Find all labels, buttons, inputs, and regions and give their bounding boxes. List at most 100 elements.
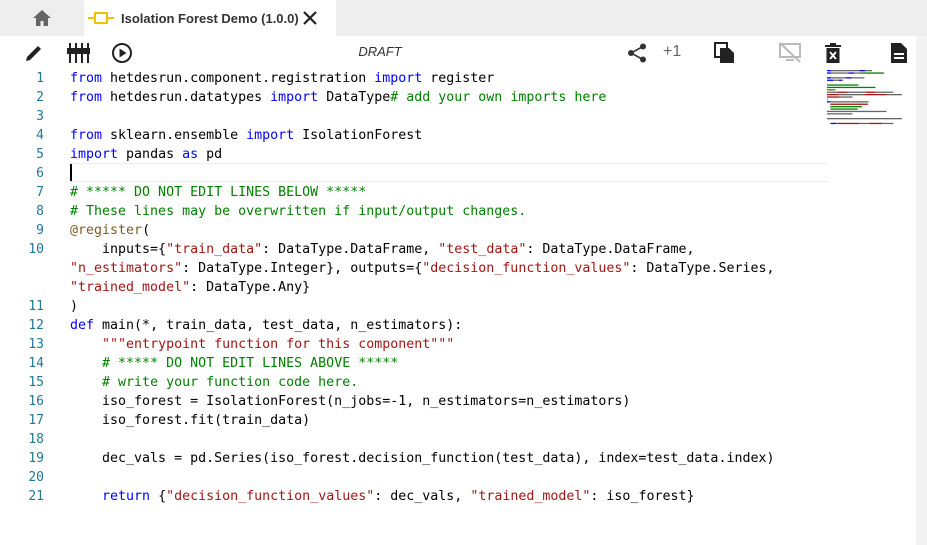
line-number: 16 bbox=[28, 394, 44, 409]
minimap-stroke bbox=[830, 122, 837, 125]
code-token: iso_forest = IsolationForest(n_jobs=-1, … bbox=[70, 394, 631, 409]
code-token: import bbox=[70, 147, 127, 162]
io-config-button[interactable] bbox=[65, 40, 91, 66]
code-token: # These lines may be overwritten if inpu… bbox=[70, 204, 527, 219]
minimap-stroke bbox=[827, 77, 832, 79]
line-number: 6 bbox=[36, 166, 44, 181]
code-token: # ***** DO NOT EDIT LINES BELOW ***** bbox=[70, 185, 367, 200]
code-line: # write your function code here. bbox=[70, 373, 358, 392]
vertical-scrollbar[interactable] bbox=[916, 36, 927, 545]
code-line: return {"decision_function_values": dec_… bbox=[70, 487, 694, 506]
minimap-stroke bbox=[875, 91, 894, 93]
minimap[interactable] bbox=[826, 68, 908, 128]
close-icon[interactable] bbox=[300, 8, 320, 28]
minimap-stroke bbox=[827, 113, 853, 115]
line-number: 17 bbox=[28, 413, 44, 428]
minimap-stroke bbox=[841, 79, 844, 81]
code-line: from hetdesrun.component.registration im… bbox=[70, 69, 494, 88]
run-button[interactable] bbox=[109, 40, 135, 66]
line-number: 11 bbox=[28, 299, 44, 314]
code-token: sklearn.ensemble bbox=[110, 128, 247, 143]
copy-button[interactable] bbox=[712, 40, 738, 66]
minimap-stroke bbox=[836, 122, 838, 125]
minimap-stroke bbox=[831, 70, 860, 72]
minimap-stroke bbox=[827, 89, 835, 91]
line-number: 10 bbox=[28, 242, 44, 257]
code-token: from bbox=[70, 128, 111, 143]
code-line: # ***** DO NOT EDIT LINES ABOVE ***** bbox=[70, 354, 398, 373]
code-line: def main(*, train_data, test_data, n_est… bbox=[70, 316, 462, 335]
line-number: 14 bbox=[28, 356, 44, 371]
minimap-stroke bbox=[848, 72, 855, 74]
code-line: from sklearn.ensemble import IsolationFo… bbox=[70, 126, 422, 145]
code-token: "trained_model" bbox=[470, 489, 591, 504]
tab-component[interactable]: Isolation Forest Demo (1.0.0) bbox=[84, 0, 336, 36]
code-token: # write your function code here. bbox=[102, 375, 359, 390]
code-token: register bbox=[430, 71, 495, 86]
code-token: import bbox=[270, 90, 327, 105]
code-token: DataType bbox=[326, 90, 391, 105]
code-token: ( bbox=[142, 223, 151, 238]
code-token: main(*, train_data, test_data, n_estimat… bbox=[102, 318, 463, 333]
minimap-stroke bbox=[831, 77, 846, 79]
line-number: 19 bbox=[28, 451, 44, 466]
line-number: 4 bbox=[36, 128, 44, 143]
line-number: 2 bbox=[36, 90, 44, 105]
minimap-stroke bbox=[859, 122, 870, 125]
minimap-stroke bbox=[838, 79, 842, 81]
toolbar: DRAFT +1 bbox=[0, 36, 927, 68]
code-token: : DataType.Series, bbox=[630, 261, 775, 276]
minimap-stroke bbox=[830, 101, 869, 103]
minimap-stroke bbox=[838, 94, 865, 96]
code-token: IsolationForest bbox=[302, 128, 423, 143]
line-number: 13 bbox=[28, 337, 44, 352]
line-number: 18 bbox=[28, 432, 44, 447]
minimap-stroke bbox=[827, 86, 876, 89]
code-line: iso_forest = IsolationForest(n_jobs=-1, … bbox=[70, 392, 630, 411]
code-token: "test_data" bbox=[438, 242, 527, 257]
minimap-stroke bbox=[851, 77, 865, 79]
status-label: DRAFT bbox=[358, 44, 402, 59]
minimap-stroke bbox=[837, 91, 848, 93]
minimap-stroke bbox=[839, 96, 853, 98]
code-token: "decision_function_values" bbox=[166, 489, 375, 504]
minimap-stroke bbox=[830, 103, 868, 105]
delete-button[interactable] bbox=[820, 40, 846, 66]
line-number: 20 bbox=[28, 470, 44, 485]
code-token: return bbox=[102, 489, 159, 504]
line-number: 1 bbox=[36, 71, 44, 86]
monitor-off-icon bbox=[779, 42, 801, 63]
new-revision-button[interactable]: +1 bbox=[663, 43, 681, 61]
code-token: """entrypoint function for this componen… bbox=[102, 337, 455, 352]
code-token: hetdesrun.component.registration bbox=[110, 71, 375, 86]
code-token: : dec_vals, bbox=[374, 489, 471, 504]
code-token: as bbox=[182, 147, 207, 162]
edit-button[interactable] bbox=[21, 40, 47, 66]
code-token: "train_data" bbox=[166, 242, 263, 257]
code-token: : DataType.DataFrame, bbox=[526, 242, 695, 257]
code-token: dec_vals = pd.Series(iso_forest.decision… bbox=[70, 451, 775, 466]
code-token: : DataType.Integer}, outputs={ bbox=[182, 261, 423, 276]
line-number: 15 bbox=[28, 375, 44, 390]
minimap-stroke bbox=[827, 96, 840, 98]
minimap-stroke bbox=[882, 122, 894, 125]
documentation-button[interactable] bbox=[886, 40, 912, 66]
code-token: # ***** DO NOT EDIT LINES ABOVE ***** bbox=[102, 356, 399, 371]
code-token: pandas bbox=[126, 147, 183, 162]
code-editor[interactable]: 1 2 3 4 5 6 7 8 9 10 11 12 13 14 15 16 17 18 19 20 21 from h… bbox=[0, 68, 916, 545]
share-button[interactable] bbox=[624, 40, 650, 66]
code-line: # These lines may be overwritten if inpu… bbox=[70, 202, 526, 221]
code-token: @register bbox=[70, 223, 143, 238]
play-circle-icon bbox=[112, 43, 132, 63]
minimap-stroke bbox=[837, 122, 860, 125]
minimap-stroke bbox=[827, 79, 833, 81]
minimap-stroke bbox=[845, 77, 852, 79]
delete-icon bbox=[825, 43, 841, 63]
code-token: "trained_model" bbox=[70, 280, 191, 295]
deprecate-button[interactable] bbox=[777, 40, 803, 66]
minimap-stroke bbox=[865, 70, 873, 72]
home-button[interactable] bbox=[0, 0, 84, 36]
tab-bar: Isolation Forest Demo (1.0.0) bbox=[0, 0, 927, 36]
